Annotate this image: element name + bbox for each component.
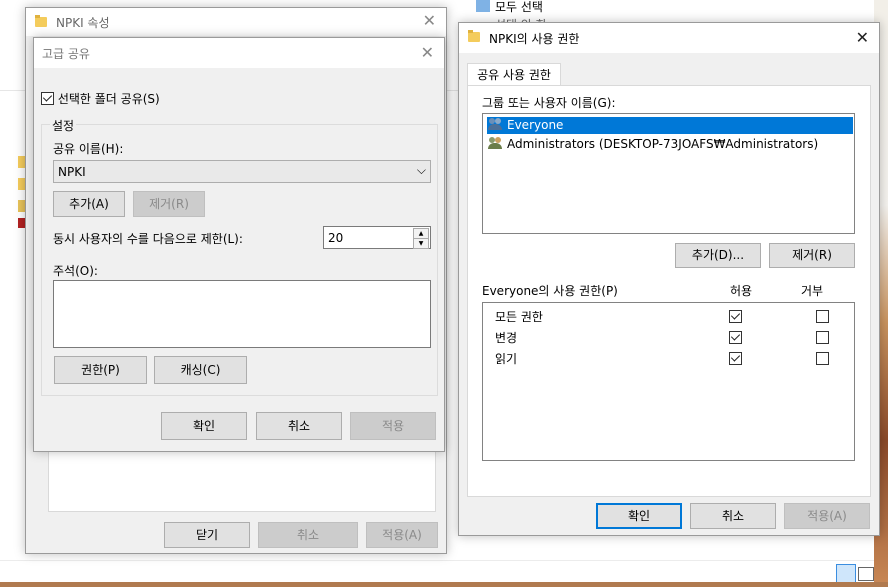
spin-down-icon[interactable]: ▼ bbox=[413, 238, 429, 249]
close-icon[interactable]: ✕ bbox=[856, 28, 869, 47]
group-users-label: 그룹 또는 사용자 이름(G): bbox=[482, 96, 616, 110]
comment-label: 주석(O): bbox=[53, 264, 98, 278]
deny-checkbox[interactable] bbox=[815, 310, 829, 323]
share-folder-label: 선택한 폴더 공유(S) bbox=[57, 92, 160, 106]
remove-user-button[interactable]: 제거(R) bbox=[769, 243, 855, 268]
allow-checkbox[interactable] bbox=[729, 310, 742, 323]
permissions-button[interactable]: 권한(P) bbox=[54, 356, 147, 384]
share-name-label: 공유 이름(H): bbox=[53, 142, 124, 156]
adv-cancel-button[interactable]: 취소 bbox=[256, 412, 342, 440]
tab-share-permissions-label: 공유 사용 권한 bbox=[477, 68, 551, 82]
chevron-down-icon: ⌵ bbox=[416, 163, 426, 177]
permissions-title: NPKI의 사용 권한 bbox=[489, 32, 580, 46]
permissions-list: 모든 권한 변경 읽기 bbox=[482, 302, 855, 461]
tab-panel: 그룹 또는 사용자 이름(G): Everyone Administrators… bbox=[467, 85, 871, 497]
user-limit-value: 20 bbox=[328, 231, 344, 245]
user-item-administrators-label: Administrators (DESKTOP-73JOAFS₩Administ… bbox=[507, 137, 819, 151]
permissions-for-label: Everyone의 사용 권한(P) bbox=[482, 284, 618, 298]
close-icon[interactable]: ✕ bbox=[421, 43, 434, 62]
permission-row: 읽기 bbox=[483, 348, 853, 368]
deny-checkbox[interactable] bbox=[815, 352, 829, 365]
perm-apply-button[interactable]: 적용(A) bbox=[784, 503, 870, 529]
users-listbox[interactable]: Everyone Administrators (DESKTOP-73JOAFS… bbox=[482, 113, 855, 234]
permission-name: 모든 권한 bbox=[495, 310, 543, 324]
allow-checkbox[interactable] bbox=[729, 331, 742, 344]
add-share-button[interactable]: 추가(A) bbox=[53, 191, 125, 217]
permission-row: 모든 권한 bbox=[483, 306, 853, 326]
select-all-icon bbox=[476, 0, 490, 12]
adv-ok-button[interactable]: 확인 bbox=[161, 412, 247, 440]
user-item-administrators[interactable]: Administrators (DESKTOP-73JOAFS₩Administ… bbox=[487, 136, 853, 153]
permission-name: 변경 bbox=[495, 331, 518, 345]
properties-titlebar: NPKI 속성 ✕ bbox=[26, 8, 446, 36]
admin-group-icon bbox=[488, 137, 504, 149]
properties-title: NPKI 속성 bbox=[56, 16, 110, 30]
user-limit-stepper[interactable]: 20 ▲ ▼ bbox=[323, 226, 431, 249]
perm-ok-button[interactable]: 확인 bbox=[596, 503, 682, 529]
caching-button[interactable]: 캐싱(C) bbox=[154, 356, 247, 384]
adv-apply-button[interactable]: 적용 bbox=[350, 412, 436, 440]
advanced-sharing-title: 고급 공유 bbox=[42, 47, 90, 61]
folder-icon bbox=[35, 15, 47, 27]
allow-checkbox[interactable] bbox=[729, 352, 742, 365]
allow-column-header: 허용 bbox=[730, 284, 753, 298]
folder-icon bbox=[468, 30, 480, 42]
share-folder-checkbox[interactable] bbox=[41, 92, 54, 105]
deny-checkbox[interactable] bbox=[815, 331, 829, 344]
add-user-button[interactable]: 추가(D)... bbox=[675, 243, 761, 268]
ribbon-select-all[interactable]: 모두 선택 bbox=[495, 0, 543, 15]
permission-row: 변경 bbox=[483, 327, 853, 347]
share-name-value: NPKI bbox=[58, 165, 86, 179]
perm-cancel-button[interactable]: 취소 bbox=[690, 503, 776, 529]
tab-share-permissions[interactable]: 공유 사용 권한 bbox=[467, 63, 561, 86]
close-button[interactable]: 닫기 bbox=[164, 522, 250, 548]
details-view-icon[interactable] bbox=[836, 564, 856, 584]
props-apply-button[interactable]: 적용(A) bbox=[366, 522, 438, 548]
settings-group-title: 설정 bbox=[50, 117, 77, 134]
share-folder-checkbox-row[interactable]: 선택한 폴더 공유(S) bbox=[41, 90, 160, 107]
comment-textarea[interactable] bbox=[53, 280, 431, 348]
props-cancel-button[interactable]: 취소 bbox=[258, 522, 358, 548]
remove-share-button[interactable]: 제거(R) bbox=[133, 191, 205, 217]
advanced-sharing-dialog: 고급 공유 ✕ 선택한 폴더 공유(S) 설정 공유 이름(H): NPKI ⌵… bbox=[33, 37, 445, 452]
deny-column-header: 거부 bbox=[801, 284, 824, 298]
user-limit-label: 동시 사용자의 수를 다음으로 제한(L): bbox=[53, 232, 243, 246]
users-group-icon bbox=[488, 118, 504, 130]
permission-name: 읽기 bbox=[495, 352, 518, 366]
advanced-sharing-titlebar: 고급 공유 ✕ bbox=[34, 38, 444, 68]
permissions-titlebar: NPKI의 사용 권한 ✕ bbox=[459, 23, 879, 53]
taskbar-edge bbox=[0, 582, 888, 587]
permissions-dialog: NPKI의 사용 권한 ✕ 공유 사용 권한 그룹 또는 사용자 이름(G): … bbox=[458, 22, 880, 536]
user-item-everyone[interactable]: Everyone bbox=[487, 117, 853, 134]
large-icons-view-icon[interactable] bbox=[858, 567, 874, 581]
close-icon[interactable]: ✕ bbox=[423, 11, 436, 30]
user-item-everyone-label: Everyone bbox=[507, 118, 564, 132]
share-name-select[interactable]: NPKI ⌵ bbox=[53, 160, 431, 183]
